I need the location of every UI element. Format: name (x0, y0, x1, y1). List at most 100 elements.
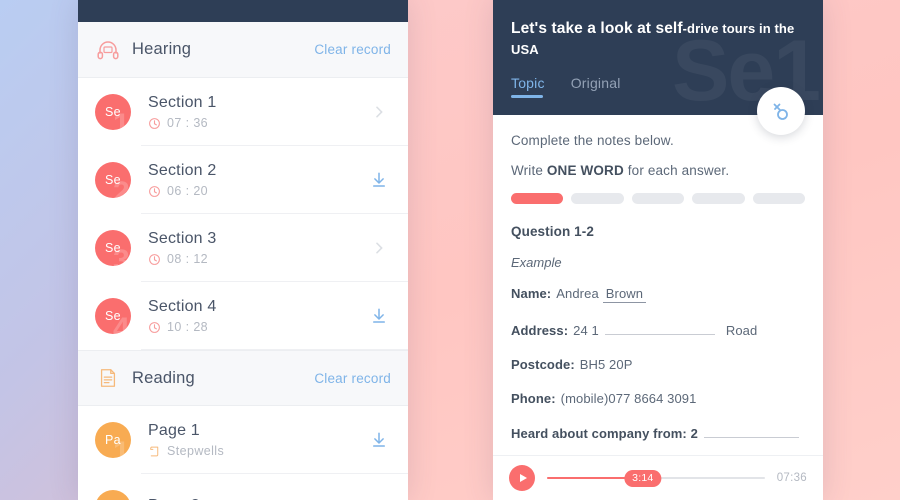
clock-icon (148, 117, 161, 130)
example-label: Example (511, 255, 562, 270)
row-title: Section 4 (148, 298, 217, 315)
row-duration: 08 : 12 (167, 252, 209, 266)
row-text: Section 2 06 : 20 (148, 162, 367, 198)
clock-icon (148, 185, 161, 198)
question-label: Question 1-2 (511, 224, 594, 239)
field-blank-input[interactable] (703, 425, 799, 438)
instruction-line-1: Complete the notes below. (511, 133, 674, 148)
row-subtitle: 06 : 20 (148, 184, 367, 198)
group-header-reading: Reading Clear record (78, 350, 408, 406)
row-duration: 06 : 20 (167, 184, 209, 198)
field-value: Andrea (556, 286, 599, 301)
download-icon[interactable] (367, 431, 391, 449)
row-subtitle: 08 : 12 (148, 252, 367, 266)
row-topic: Stepwells (167, 444, 225, 458)
field-address: Address: 24 1 Road (511, 322, 805, 338)
field-value: 24 1 (573, 323, 599, 338)
instruction-2-bold: ONE WORD (546, 163, 624, 178)
header-tabs: Topic Original (511, 75, 805, 98)
row-duration: 10 : 28 (167, 320, 209, 334)
question-body: Complete the notes below. Write ONE WORD… (493, 115, 823, 441)
clear-record-reading-button[interactable]: Clear record (314, 371, 391, 386)
group-title: Reading (132, 368, 195, 387)
row-title: Section 3 (148, 230, 217, 247)
avatar: Pa 1 (95, 422, 131, 458)
row-subtitle: 10 : 28 (148, 320, 367, 334)
page-title: Let's take a look at self-drive tours in… (511, 18, 796, 61)
headphones-icon (95, 37, 121, 63)
progress-segment-5[interactable] (752, 193, 806, 204)
row-subtitle: 07 : 36 (148, 116, 367, 130)
avatar-initials: Se (105, 173, 121, 187)
audio-total-time: 07:36 (776, 472, 807, 484)
clock-icon (148, 253, 161, 266)
group-title: Hearing (132, 40, 192, 58)
group-header-hearing: Hearing Clear record (78, 22, 408, 78)
avatar: Se 4 (95, 298, 131, 334)
row-text: Section 1 07 : 36 (148, 94, 367, 130)
row-duration: 07 : 36 (167, 116, 209, 130)
field-answer[interactable]: Brown (602, 286, 647, 303)
list-item[interactable]: Se 2 Section 2 06 : 20 (78, 146, 408, 214)
hearing-rows: Se 1 Section 1 07 : 36 Se 2 Section 2 06… (78, 78, 408, 350)
row-subtitle: Stepwells (148, 444, 367, 458)
chevron-right-icon[interactable] (367, 240, 391, 256)
field-phone: Phone: (mobile)077 8664 3091 (511, 391, 805, 406)
chevron-right-icon[interactable] (367, 104, 391, 120)
avatar-initials: Se (105, 241, 121, 255)
avatar-initials: Pa (105, 433, 121, 447)
progress-segment-2[interactable] (571, 193, 624, 204)
avatar: Se 1 (95, 94, 131, 130)
progress-indicator (511, 193, 806, 204)
audio-scrubber[interactable]: 3:14 (547, 469, 765, 487)
field-name: Name: Andrea Brown (511, 286, 805, 303)
field-label: Phone: (511, 391, 556, 406)
row-title: Page 1 (148, 422, 200, 439)
field-heard-about: Heard about company from: 2 (511, 425, 805, 441)
avatar: Se 3 (95, 230, 131, 266)
row-text: Section 3 08 : 12 (148, 230, 367, 266)
magic-pen-icon[interactable] (757, 87, 805, 135)
download-icon[interactable] (367, 171, 391, 189)
records-panel: Hearing Clear record Se 1 Section 1 07 :… (78, 0, 408, 500)
row-text: Page 1 Stepwells (148, 422, 367, 458)
page-title-lead: Let's take a look at self (511, 20, 683, 37)
reading-doc-icon (95, 365, 121, 391)
list-item[interactable]: Se 3 Section 3 08 : 12 (78, 214, 408, 282)
field-suffix: Road (725, 323, 758, 338)
row-text: Section 4 10 : 28 (148, 298, 367, 334)
field-label: Heard about company from: 2 (511, 426, 698, 441)
list-item[interactable]: Pa 1 Page 1 Stepwells (78, 406, 408, 474)
field-blank-input[interactable] (604, 322, 715, 335)
instruction-line-2: Write ONE WORD for each answer. (511, 163, 805, 178)
instruction-2-pre: Write (511, 163, 547, 178)
audio-current-time: 3:14 (624, 469, 662, 487)
progress-segment-3[interactable] (631, 193, 685, 204)
field-label: Name: (511, 286, 552, 301)
instruction-2-post: for each answer. (623, 163, 730, 178)
tab-topic[interactable]: Topic (511, 75, 545, 98)
clear-record-hearing-button[interactable]: Clear record (314, 42, 391, 57)
scroll-icon (148, 445, 161, 458)
tab-original[interactable]: Original (571, 75, 621, 98)
play-icon[interactable] (509, 465, 535, 491)
row-title: Section 2 (148, 162, 217, 179)
reading-rows: Pa 1 Page 1 Stepwells (78, 406, 408, 500)
download-icon[interactable] (367, 307, 391, 325)
list-item[interactable]: Se 4 Section 4 10 : 28 (78, 282, 408, 350)
field-label: Address: (511, 323, 569, 338)
avatar: Pa 2 (95, 490, 131, 500)
progress-segment-4[interactable] (692, 193, 745, 204)
progress-segment-1[interactable] (511, 193, 564, 204)
avatar: Se 2 (95, 162, 131, 198)
field-value: BH5 20P (579, 357, 633, 372)
field-postcode: Postcode: BH5 20P (511, 357, 805, 372)
question-panel: Se1 Let's take a look at self-drive tour… (493, 0, 823, 500)
field-label: Postcode: (511, 357, 575, 372)
status-bar (78, 0, 408, 22)
avatar-initials: Se (105, 105, 121, 119)
list-item[interactable]: Se 1 Section 1 07 : 36 (78, 78, 408, 146)
list-item[interactable]: Pa 2 Page 2 (78, 474, 408, 500)
audio-player: 3:14 07:36 (493, 455, 823, 500)
field-value: (mobile)077 8664 3091 (560, 391, 697, 406)
